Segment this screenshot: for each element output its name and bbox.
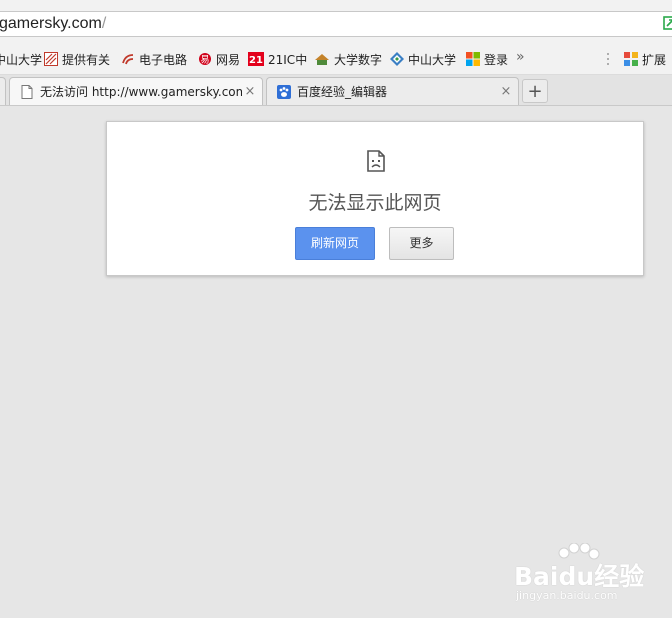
- house-icon: [315, 54, 329, 65]
- diamond-grid-icon: [390, 52, 404, 66]
- bookmark-item[interactable]: 电子电路: [121, 50, 187, 68]
- error-message: 无法显示此网页: [308, 192, 442, 214]
- baidu-paw-icon: [277, 84, 291, 99]
- windows-logo-icon: [466, 52, 480, 66]
- bookmark-item[interactable]: 中山大学: [390, 50, 456, 68]
- bookmark-label: 中山大学: [408, 52, 457, 67]
- sad-page-icon: [367, 150, 385, 172]
- 21ic-icon: 21: [248, 52, 264, 66]
- striped-page-icon: [44, 52, 58, 66]
- circuit-site-icon: [122, 54, 134, 65]
- bookmark-label: 中山大学: [0, 52, 43, 67]
- bookmark-label: 提供有关: [62, 52, 111, 67]
- page-icon: [21, 84, 33, 99]
- bookmark-item[interactable]: 登录: [466, 50, 508, 68]
- bookmark-label: 网易: [216, 52, 241, 67]
- tab-partial[interactable]: [0, 77, 6, 105]
- tab-title: 百度经验_编辑器: [297, 85, 388, 99]
- share-arrow-icon[interactable]: [663, 16, 672, 30]
- bookmark-item[interactable]: 大学数字: [314, 50, 382, 68]
- extensions-button[interactable]: 扩展: [624, 50, 666, 68]
- netease-icon: 易: [199, 53, 211, 66]
- tab-close-button[interactable]: ×: [242, 84, 258, 99]
- reload-button[interactable]: 刷新网页: [295, 227, 375, 260]
- bookmark-label: 大学数字: [334, 52, 383, 67]
- baidu-jingyan-watermark: Baidu经验 jingyan.baidu.com: [514, 543, 664, 605]
- bookmark-label: 21IC中: [268, 52, 308, 67]
- svg-text:易: 易: [200, 55, 209, 66]
- bookmark-item[interactable]: 提供有关: [44, 50, 110, 68]
- apps-grid-icon: [624, 52, 638, 66]
- tab-strip: 无法访问 http://www.gamersky.com × 百度经验_编辑器 …: [0, 75, 672, 106]
- bookmark-item[interactable]: 易 网易: [198, 50, 240, 68]
- bookmark-label: 电子电路: [139, 52, 188, 67]
- new-tab-button[interactable]: +: [522, 79, 548, 103]
- tab-title: 无法访问 http://www.gamersky.com: [40, 85, 242, 99]
- error-card: 无法显示此网页 刷新网页 更多: [106, 121, 644, 276]
- bookmarks-bar: 中山大学 提供有关 电子电路 易 网易 21 21IC中 大学数字 中山大学 登…: [0, 44, 672, 75]
- more-button[interactable]: 更多: [389, 227, 454, 260]
- tab-active[interactable]: 无法访问 http://www.gamersky.com ×: [9, 77, 263, 105]
- address-bar[interactable]: gamersky.com/: [0, 11, 672, 37]
- extensions-label: 扩展: [642, 52, 667, 67]
- url-text[interactable]: gamersky.com/: [0, 15, 106, 33]
- bookmark-label: 登录: [484, 52, 509, 67]
- tab-close-button[interactable]: ×: [498, 84, 514, 99]
- svg-text:21: 21: [249, 55, 263, 66]
- bookmark-item[interactable]: 中山大学: [0, 50, 42, 68]
- watermark-logo: Baidu经验: [514, 562, 645, 591]
- watermark-url: jingyan.baidu.com: [516, 589, 618, 602]
- address-bar-area: gamersky.com/: [0, 0, 672, 45]
- tab-baidu-editor[interactable]: 百度经验_编辑器 ×: [266, 77, 519, 105]
- vertical-dots-icon: [607, 53, 609, 65]
- bookmark-item[interactable]: 21 21IC中: [248, 50, 307, 68]
- bookmarks-overflow-button[interactable]: »: [516, 49, 525, 65]
